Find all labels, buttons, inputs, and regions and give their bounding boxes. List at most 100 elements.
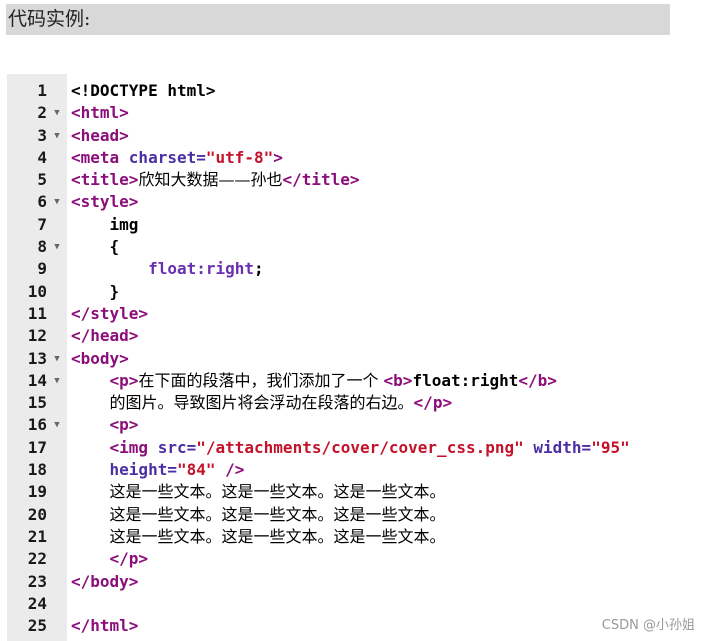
fold-arrow-icon[interactable]: ▼ [51,236,63,258]
line-number: 24 [27,593,47,613]
code-text: <img src="/attachments/cover/cover_css.p… [71,437,630,459]
code-token: "/attachments/cover/cover_css.png" [196,437,524,457]
code-text: </body> [71,571,138,593]
line-number: 22 [27,549,47,569]
code-token: "84" [176,460,216,480]
code-text: </head> [71,325,138,347]
code-token: <title> [71,170,139,190]
code-text: <p>在下面的段落中，我们添加了一个 <b>float:right</b> [71,370,557,392]
code-text: { [71,236,120,258]
code-token: img [71,214,139,234]
code-token: src= [157,437,197,457]
code-line[interactable]: 18 height="84" /> [7,459,694,481]
code-line[interactable]: 11 </style> [7,303,694,325]
code-token: <meta [71,147,129,167]
code-line[interactable]: 14 ▼ <p>在下面的段落中，我们添加了一个 <b>float:right</b… [7,370,694,392]
code-text: </html> [71,615,138,637]
code-text: 这是一些文本。这是一些文本。这是一些文本。 [71,481,446,503]
code-line[interactable]: 21 这是一些文本。这是一些文本。这是一些文本。 [7,526,694,548]
fold-arrow-icon[interactable]: ▼ [51,191,63,213]
code-text: } [71,281,120,303]
code-line[interactable]: 6 ▼ <style> [7,191,694,213]
code-token: 欣知大数据——孙也 [138,170,283,190]
fold-arrow-icon[interactable]: ▼ [51,370,63,392]
code-text: </style> [71,303,148,325]
line-number: 20 [27,504,47,524]
code-token: <!DOCTYPE html> [71,81,216,100]
code-token: <b> [383,370,413,390]
code-line[interactable]: 9 float:right; [7,258,694,280]
code-token: "95" [591,437,630,457]
code-text: <title>欣知大数据——孙也</title> [71,169,360,191]
line-number: 6 [37,192,47,212]
code-line[interactable]: 13 ▼ <body> [7,348,694,370]
line-number: 14 [27,370,47,390]
code-token: <p> [109,415,139,435]
code-line[interactable]: 19 这是一些文本。这是一些文本。这是一些文本。 [7,481,694,503]
code-line[interactable]: 23 </body> [7,571,694,593]
code-token: <p> [109,370,139,390]
code-token: </html> [71,616,139,636]
code-text: 这是一些文本。这是一些文本。这是一些文本。 [71,504,446,526]
code-editor[interactable]: 1 <!DOCTYPE html> 2 ▼ <html> 3 ▼ <head> 4 <meta c… [7,74,694,641]
code-token: <head> [71,125,129,145]
code-line[interactable]: 16 ▼ <p> [7,414,694,436]
line-number: 2 [37,103,47,123]
fold-arrow-icon[interactable]: ▼ [51,414,63,436]
code-text: <!DOCTYPE html> [71,80,216,102]
code-line[interactable]: 8 ▼ { [7,236,694,258]
line-number: 19 [27,482,47,502]
section-heading: 代码实例: [6,4,670,35]
code-line[interactable]: 7 img [7,214,694,236]
code-line[interactable]: 15 的图片。导致图片将会浮动在段落的右边。</p> [7,392,694,414]
code-line[interactable]: 17 <img src="/attachments/cover/cover_cs… [7,437,694,459]
fold-arrow-icon[interactable]: ▼ [51,348,63,370]
code-line[interactable]: 3 ▼ <head> [7,125,694,147]
code-text: float:right; [71,258,264,280]
code-token: <style> [71,192,139,212]
line-number: 9 [37,259,47,279]
code-token: </style> [71,303,149,323]
line-number: 1 [37,81,47,100]
code-token: > [273,147,283,167]
code-line[interactable]: 10 } [7,281,694,303]
code-text: <p> [71,414,139,436]
code-text: <body> [71,348,129,370]
code-token: /> [215,460,245,480]
fold-arrow-icon[interactable]: ▼ [51,125,63,147]
code-line[interactable]: 24 [7,593,694,615]
code-token: float:right [148,259,255,279]
code-token: width= [523,437,592,457]
code-token: </title> [282,170,360,190]
code-line[interactable]: 5 <title>欣知大数据——孙也</title> [7,169,694,191]
code-text: img [71,214,139,236]
fold-arrow-icon[interactable]: ▼ [51,102,63,124]
code-line[interactable]: 22 </p> [7,548,694,570]
code-line[interactable]: 12 </head> [7,325,694,347]
line-number: 15 [27,393,47,413]
line-number: 3 [37,125,47,145]
watermark: CSDN @小孙姐 [601,618,695,633]
code-text: <head> [71,125,129,147]
line-number: 11 [27,303,47,323]
code-token: "utf-8" [205,147,274,167]
line-number: 12 [27,326,47,346]
line-number: 25 [27,616,47,636]
code-token: </p> [109,549,149,569]
code-token: 这是一些文本。这是一些文本。这是一些文本。 [109,504,446,524]
code-line[interactable]: 4 <meta charset="utf-8"> [7,147,694,169]
code-line[interactable]: 2 ▼ <html> [7,102,694,124]
code-line[interactable]: 1 <!DOCTYPE html> [7,80,694,102]
code-text: <html> [71,102,129,124]
line-number: 16 [27,415,47,435]
code-line[interactable]: 20 这是一些文本。这是一些文本。这是一些文本。 [7,504,694,526]
line-number: 23 [27,571,47,591]
code-token: ; [254,259,264,279]
code-line[interactable]: 25 </html> [7,615,694,637]
